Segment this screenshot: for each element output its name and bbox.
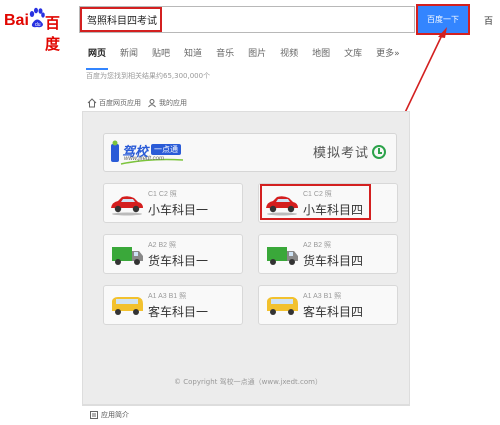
card-license: A2 B2 照 [148,242,177,249]
card-license: A1 A3 B1 照 [148,293,187,300]
tab-news[interactable]: 新闻 [120,42,138,64]
card-title: 小车科目一 [148,203,209,217]
search-tabs: 网页 新闻 贴吧 知道 音乐 图片 视频 地图 文库 更多» [85,42,414,70]
yellow-bus-icon [112,297,143,315]
tab-zhidao[interactable]: 知道 [184,42,202,64]
card-license: A1 A3 B1 照 [303,293,342,300]
green-truck-icon [112,247,143,265]
card-truck-subject1[interactable]: A2 B2 照 货车科目一 [103,234,243,274]
document-icon [90,411,98,419]
tab-wenku[interactable]: 文库 [344,42,362,64]
home-icon [87,98,97,108]
card-title: 货车科目一 [148,254,209,268]
breadcrumb-my-apps[interactable]: 我的应用 [159,98,187,108]
green-truck-icon [267,247,298,265]
breadcrumb: 百度网页应用 我的应用 [87,98,187,108]
card-highlight [260,184,371,220]
tab-images[interactable]: 图片 [248,42,266,64]
card-truck-subject4[interactable]: A2 B2 照 货车科目四 [258,234,398,274]
tab-video[interactable]: 视频 [280,42,298,64]
card-title: 客车科目一 [148,305,209,319]
card-license: A2 B2 照 [303,242,332,249]
copyright-text: © Copyright 驾校一点通（www.jxedt.com） [174,378,322,386]
yellow-bus-icon [267,297,298,315]
tab-music[interactable]: 音乐 [216,42,234,64]
tab-tieba[interactable]: 贴吧 [152,42,170,64]
brand-url: www.jxedt.com [124,156,165,162]
result-count: 百度为您找到相关结果约65,300,000个 [86,72,211,80]
footer-bar [82,405,410,425]
card-title: 客车科目四 [303,305,364,319]
tab-more[interactable]: 更多» [376,42,400,64]
app-title: 模拟考试 [313,146,370,161]
clock-icon [372,145,386,159]
card-license: C1 C2 照 [148,191,177,198]
jxedt-logo[interactable]: 驾校 一点通 www.jxedt.com [111,140,187,166]
brand-tag: 一点通 [151,144,181,155]
app-intro-link[interactable]: 应用简介 [90,410,129,420]
app-intro-label: 应用简介 [101,411,129,419]
user-icon [148,99,156,108]
card-car-subject1[interactable]: C1 C2 照 小车科目一 [103,183,243,223]
breadcrumb-home[interactable]: 百度网页应用 [99,98,141,108]
tab-web[interactable]: 网页 [85,42,109,70]
card-title: 货车科目四 [303,254,364,268]
tab-map[interactable]: 地图 [312,42,330,64]
card-bus-subject1[interactable]: A1 A3 B1 照 客车科目一 [103,285,243,325]
card-bus-subject4[interactable]: A1 A3 B1 照 客车科目四 [258,285,398,325]
red-car-icon [111,196,143,216]
